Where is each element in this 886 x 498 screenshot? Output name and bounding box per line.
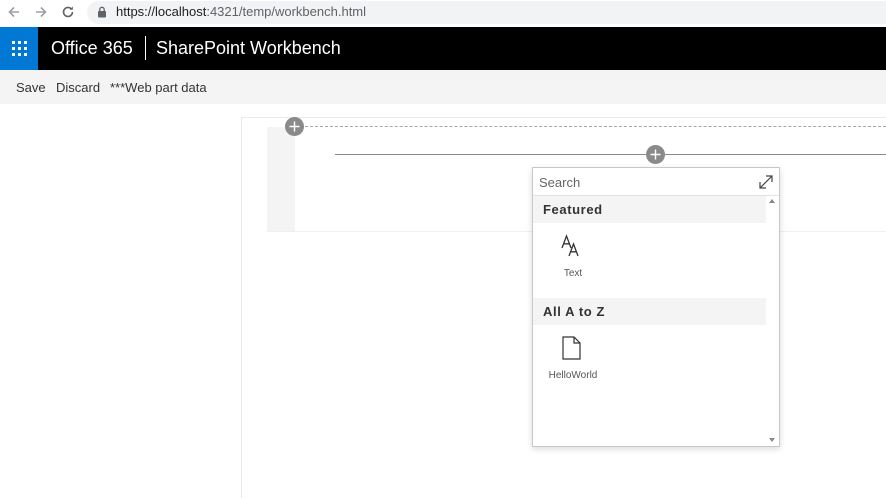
scroll-down-arrow-icon[interactable] (769, 438, 775, 442)
browser-toolbar: https://localhost:4321/temp/workbench.ht… (0, 0, 886, 25)
webpart-hint-line (335, 154, 886, 155)
brand-link[interactable]: Office 365 (51, 38, 133, 59)
address-bar[interactable]: https://localhost:4321/temp/workbench.ht… (87, 1, 886, 24)
url-text: https://localhost:4321/temp/workbench.ht… (116, 4, 366, 19)
discard-button[interactable]: Discard (56, 80, 100, 95)
add-section-button[interactable] (285, 117, 304, 136)
webpart-tile-label: Text (563, 268, 583, 279)
section-boundary (305, 126, 886, 127)
webpart-toolbox: Featured Text All A to Z HelloWorld (532, 167, 780, 447)
plus-icon (650, 149, 661, 160)
webpart-tile-label: HelloWorld (548, 370, 598, 381)
toolbox-search-input[interactable] (539, 173, 749, 191)
save-button[interactable]: Save (16, 80, 46, 95)
document-icon (562, 336, 581, 360)
forward-arrow-icon (36, 6, 47, 18)
plus-icon (289, 121, 300, 132)
scroll-up-arrow-icon[interactable] (769, 199, 775, 203)
lock-icon (98, 6, 106, 18)
toolbox-list: Featured Text All A to Z HelloWorld (533, 196, 766, 446)
section-toolbar-rail (267, 127, 295, 231)
category-featured: Featured (533, 196, 766, 223)
forward-button[interactable] (31, 2, 51, 22)
toolbox-search (533, 168, 779, 196)
webpart-tile-helloworld[interactable]: HelloWorld (535, 328, 605, 388)
expand-icon[interactable] (757, 173, 775, 191)
app-title: SharePoint Workbench (156, 38, 341, 58)
url-scheme-host: https://localhost (116, 4, 207, 19)
app-launcher-button[interactable] (0, 27, 38, 70)
url-port-path: :4321/temp/workbench.html (206, 4, 367, 19)
command-bar: Save Discard ***Web part data (0, 70, 886, 104)
back-arrow-icon (8, 6, 19, 18)
toolbox-scrollbar[interactable] (766, 196, 779, 446)
waffle-icon (11, 41, 27, 56)
brand-divider (145, 36, 146, 60)
reload-button[interactable] (58, 2, 78, 22)
suite-bar: Office 365 SharePoint Workbench (0, 27, 886, 70)
web-part-data-button[interactable]: ***Web part data (110, 80, 207, 95)
webpart-tile-text[interactable]: Text (535, 226, 605, 286)
category-all-a-to-z: All A to Z (533, 298, 766, 325)
text-icon (561, 234, 579, 257)
back-button[interactable] (4, 2, 24, 22)
reload-icon (62, 6, 74, 18)
add-webpart-button[interactable] (646, 145, 665, 164)
